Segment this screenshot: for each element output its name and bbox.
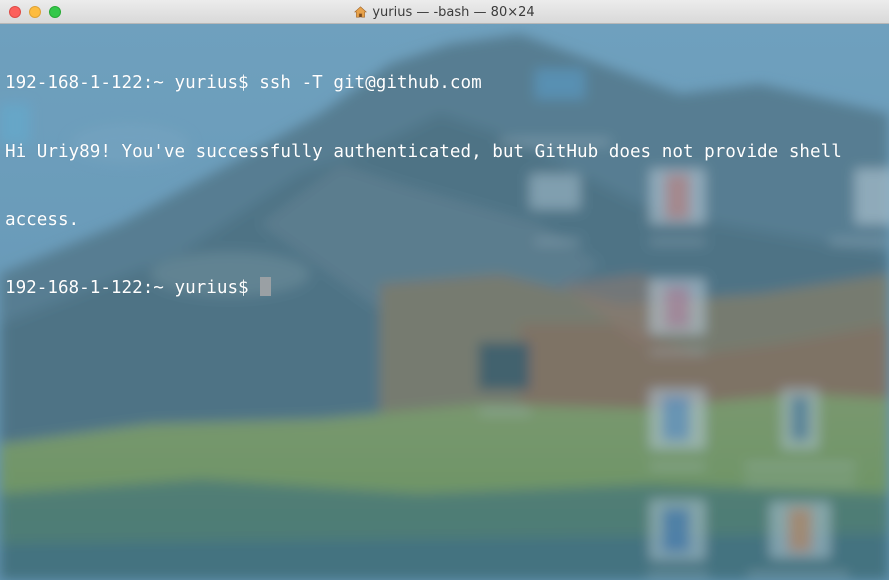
command-input[interactable] — [249, 278, 260, 298]
text-cursor — [260, 276, 272, 296]
output-text: Hi Uriy89! You've successfully authentic… — [5, 141, 842, 162]
title-bar[interactable]: yurius — -bash — 80×24 — [0, 0, 889, 24]
output-text: access. — [5, 209, 80, 230]
terminal-line: 192-168-1-122:~ yurius$ ssh -T git@githu… — [5, 72, 885, 95]
window-title-group: yurius — -bash — 80×24 — [0, 0, 889, 24]
terminal-output[interactable]: 192-168-1-122:~ yurius$ ssh -T git@githu… — [5, 27, 885, 345]
terminal-window: yurius — -bash — 80×24 192-168-1-122:~ y… — [0, 0, 889, 580]
home-icon — [354, 6, 368, 18]
shell-prompt: 192-168-1-122:~ yurius$ — [5, 277, 249, 298]
terminal-line: Hi Uriy89! You've successfully authentic… — [5, 141, 885, 164]
window-title: yurius — -bash — 80×24 — [372, 4, 535, 20]
shell-prompt: 192-168-1-122:~ yurius$ — [5, 73, 249, 94]
terminal-line[interactable]: 192-168-1-122:~ yurius$ — [5, 276, 885, 300]
command-text: ssh -T git@github.com — [248, 73, 482, 94]
terminal-line: access. — [5, 209, 885, 232]
